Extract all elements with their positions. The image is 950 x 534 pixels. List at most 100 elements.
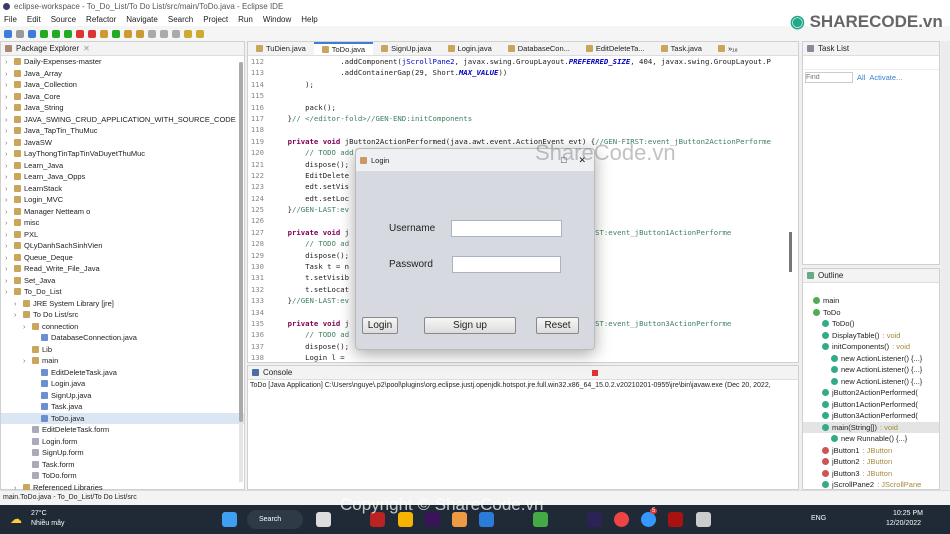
expand-chevron-icon[interactable]: ›: [5, 263, 11, 275]
outline-item[interactable]: ToDo(): [803, 318, 939, 330]
tree-item[interactable]: › Java_TapTin_ThuMuc: [1, 125, 244, 137]
expand-chevron-icon[interactable]: ›: [5, 160, 11, 172]
tree-item[interactable]: › JavaSW: [1, 137, 244, 149]
toolbar-button-icon[interactable]: [88, 29, 96, 38]
expand-chevron-icon[interactable]: ›: [5, 275, 11, 287]
editor-tab[interactable]: SignUp.java: [373, 42, 439, 55]
password-field[interactable]: [452, 256, 561, 273]
menu-file[interactable]: File: [4, 15, 17, 24]
expand-chevron-icon[interactable]: ›: [5, 286, 11, 298]
tree-item[interactable]: › JRE System Library [jre]: [1, 298, 244, 310]
tree-item[interactable]: › LearnStack: [1, 183, 244, 195]
tree-item[interactable]: Lib: [1, 344, 244, 356]
clock-time[interactable]: 10:25 PM: [893, 510, 923, 517]
tree-item[interactable]: SignUp.form: [1, 447, 244, 459]
toolbar-button-icon[interactable]: [76, 29, 84, 38]
tree-item[interactable]: ToDo.form: [1, 470, 244, 482]
tree-item[interactable]: › Java_Collection: [1, 79, 244, 91]
menu-navigate[interactable]: Navigate: [126, 15, 158, 24]
outline-item[interactable]: ToDo: [803, 307, 939, 319]
outline-item[interactable]: jButton3ActionPerformed(: [803, 410, 939, 422]
tree-item[interactable]: Login.java: [1, 378, 244, 390]
tree-item[interactable]: › To Do List/src: [1, 309, 244, 321]
tree-item[interactable]: SignUp.java: [1, 390, 244, 402]
tree-item[interactable]: › connection: [1, 321, 244, 333]
expand-chevron-icon[interactable]: ›: [5, 68, 11, 80]
toolbar-button-icon[interactable]: [4, 29, 12, 38]
editor-tab[interactable]: Login.java: [440, 42, 500, 55]
reset-button[interactable]: Reset: [536, 317, 579, 334]
editor-tab[interactable]: Task.java: [653, 42, 710, 55]
toolbar-button-icon[interactable]: [124, 29, 132, 38]
outline-item[interactable]: new ActionListener() {...}: [803, 364, 939, 376]
find-input[interactable]: [805, 72, 853, 83]
terminate-icon[interactable]: [592, 369, 598, 376]
outline-item[interactable]: jButton2ActionPerformed(: [803, 387, 939, 399]
expand-chevron-icon[interactable]: ›: [5, 171, 11, 183]
scrollbar[interactable]: [239, 62, 243, 482]
tree-item[interactable]: › Java_Core: [1, 91, 244, 103]
menu-run[interactable]: Run: [238, 15, 253, 24]
expand-chevron-icon[interactable]: ›: [5, 91, 11, 103]
expand-chevron-icon[interactable]: ›: [14, 309, 20, 321]
tree-item[interactable]: Login.form: [1, 436, 244, 448]
menu-source[interactable]: Source: [51, 15, 76, 24]
toolbar-button-icon[interactable]: [64, 29, 72, 38]
tree-item[interactable]: › Learn_Java: [1, 160, 244, 172]
tree-item[interactable]: › Daily-Expenses-master: [1, 56, 244, 68]
menu-refactor[interactable]: Refactor: [86, 15, 116, 24]
menu-help[interactable]: Help: [301, 15, 317, 24]
tree-item[interactable]: › Read_Write_File_Java: [1, 263, 244, 275]
menu-search[interactable]: Search: [168, 15, 193, 24]
eclipse-taskbar-icon[interactable]: [587, 512, 602, 527]
outline-item[interactable]: main(String[]) : void: [803, 421, 939, 433]
menu-window[interactable]: Window: [263, 15, 291, 24]
tree-item[interactable]: › Java_String: [1, 102, 244, 114]
outline-item[interactable]: new ActionListener() {...}: [803, 376, 939, 388]
expand-chevron-icon[interactable]: ›: [5, 137, 11, 149]
expand-chevron-icon[interactable]: ›: [14, 298, 20, 310]
tree-item[interactable]: › Manager Netteam o: [1, 206, 244, 218]
close-icon[interactable]: ✕: [83, 44, 90, 53]
expand-chevron-icon[interactable]: ›: [5, 183, 11, 195]
editor-tab[interactable]: TuDien.java: [248, 42, 314, 55]
tree-item[interactable]: › QLyDanhSachSinhVien: [1, 240, 244, 252]
toolbar-button-icon[interactable]: [16, 29, 24, 38]
signup-button[interactable]: Sign up: [424, 317, 516, 334]
toolbar-button-icon[interactable]: [100, 29, 108, 38]
toolbar-button-icon[interactable]: [40, 29, 48, 38]
tree-item[interactable]: Task.form: [1, 459, 244, 471]
outline-item[interactable]: new Runnable() {...}: [803, 433, 939, 445]
tree-item[interactable]: › Queue_Deque: [1, 252, 244, 264]
expand-chevron-icon[interactable]: ›: [5, 252, 11, 264]
vertical-scrollbar[interactable]: [789, 232, 792, 272]
recorder-icon[interactable]: [668, 512, 683, 527]
tree-item[interactable]: › PXL: [1, 229, 244, 241]
editor-tab[interactable]: ToDo.java: [313, 42, 374, 55]
task-view-icon[interactable]: [316, 512, 331, 527]
toolbar-button-icon[interactable]: [52, 29, 60, 38]
menu-edit[interactable]: Edit: [27, 15, 41, 24]
outline-item[interactable]: jButton1 : JButton: [803, 445, 939, 457]
menu-project[interactable]: Project: [203, 15, 228, 24]
tree-item[interactable]: EditDeleteTask.java: [1, 367, 244, 379]
expand-chevron-icon[interactable]: ›: [23, 355, 29, 367]
editor-tab[interactable]: »₁₈: [710, 42, 746, 55]
tree-item[interactable]: › Set_Java: [1, 275, 244, 287]
toolbar-button-icon[interactable]: [184, 29, 192, 38]
tree-item[interactable]: › To_Do_List: [1, 286, 244, 298]
toolbar-button-icon[interactable]: [148, 29, 156, 38]
tree-item[interactable]: › Java_Array: [1, 68, 244, 80]
expand-chevron-icon[interactable]: ›: [5, 79, 11, 91]
clock-date[interactable]: 12/20/2022: [886, 520, 921, 527]
username-field[interactable]: [451, 220, 562, 237]
editor-tab[interactable]: DatabaseCon...: [500, 42, 578, 55]
tree-item[interactable]: › Learn_Java_Opps: [1, 171, 244, 183]
tree-item[interactable]: ToDo.java: [1, 412, 244, 424]
expand-chevron-icon[interactable]: ›: [23, 321, 29, 333]
tree-item[interactable]: › JAVA_SWING_CRUD_APPLICATION_WITH_SOURCE…: [1, 114, 244, 126]
outline-item[interactable]: initComponents() : void: [803, 341, 939, 353]
expand-chevron-icon[interactable]: ›: [5, 148, 11, 160]
toolbar-button-icon[interactable]: [160, 29, 168, 38]
outline-item[interactable]: DisplayTable() : void: [803, 330, 939, 342]
